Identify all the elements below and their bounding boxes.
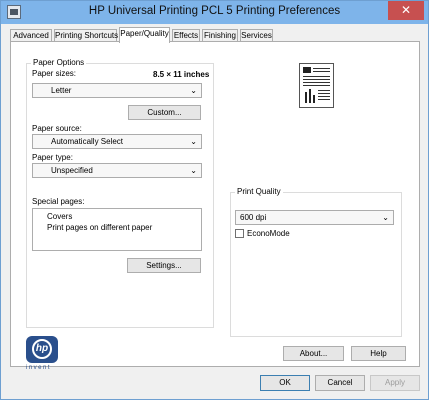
paper-source-selected: Automatically Select (51, 137, 124, 146)
paper-size-dropdown[interactable]: Letter ⌄ (32, 83, 202, 98)
hp-logo-mark: hp (32, 339, 52, 359)
list-item[interactable]: Covers (47, 211, 201, 222)
apply-button[interactable]: Apply (370, 375, 420, 391)
cancel-button[interactable]: Cancel (315, 375, 365, 391)
special-pages-label: Special pages: (32, 197, 85, 206)
paper-quality-panel: Paper Options Paper sizes: 8.5 × 11 inch… (10, 41, 420, 371)
paper-type-dropdown[interactable]: Unspecified ⌄ (32, 163, 202, 178)
special-pages-list[interactable]: Covers Print pages on different paper (32, 208, 202, 251)
settings-button[interactable]: Settings... (127, 258, 201, 273)
window-title: HP Universal Printing PCL 5 Printing Pre… (88, 5, 341, 17)
paper-type-label: Paper type: (32, 153, 73, 162)
paper-source-label: Paper source: (32, 124, 82, 133)
printing-preferences-window: HP Universal Printing PCL 5 Printing Pre… (0, 0, 429, 400)
paper-options-group: Paper Options (26, 58, 214, 328)
paper-size-selected: Letter (51, 86, 72, 95)
hp-logo-tagline: invent (26, 365, 52, 371)
page-preview-icon (303, 67, 330, 103)
paper-size-dimensions: 8.5 × 11 inches (153, 70, 210, 79)
chevron-down-icon: ⌄ (190, 137, 197, 146)
ok-button[interactable]: OK (260, 375, 310, 391)
paper-type-selected: Unspecified (51, 166, 93, 175)
print-quality-title: Print Quality (235, 187, 283, 196)
custom-button[interactable]: Custom... (128, 105, 201, 120)
economode-label: EconoMode (247, 229, 290, 238)
economode-checkbox[interactable] (235, 229, 244, 238)
tab-paper-quality[interactable]: Paper/Quality (119, 27, 170, 43)
chevron-down-icon: ⌄ (190, 166, 197, 175)
print-quality-dropdown[interactable]: 600 dpi ⌄ (235, 210, 394, 225)
hp-logo: hp (26, 336, 58, 363)
title-bar[interactable]: HP Universal Printing PCL 5 Printing Pre… (1, 1, 428, 24)
close-button[interactable]: ✕ (388, 1, 424, 20)
print-quality-selected: 600 dpi (240, 213, 267, 222)
paper-source-dropdown[interactable]: Automatically Select ⌄ (32, 134, 202, 149)
page-preview (299, 63, 334, 108)
chevron-down-icon: ⌄ (382, 213, 389, 222)
paper-options-title: Paper Options (31, 58, 87, 67)
paper-sizes-label: Paper sizes: (32, 69, 77, 78)
about-button[interactable]: About... (283, 346, 344, 361)
chevron-down-icon: ⌄ (190, 86, 197, 95)
help-button[interactable]: Help (351, 346, 406, 361)
list-item[interactable]: Print pages on different paper (47, 222, 201, 233)
